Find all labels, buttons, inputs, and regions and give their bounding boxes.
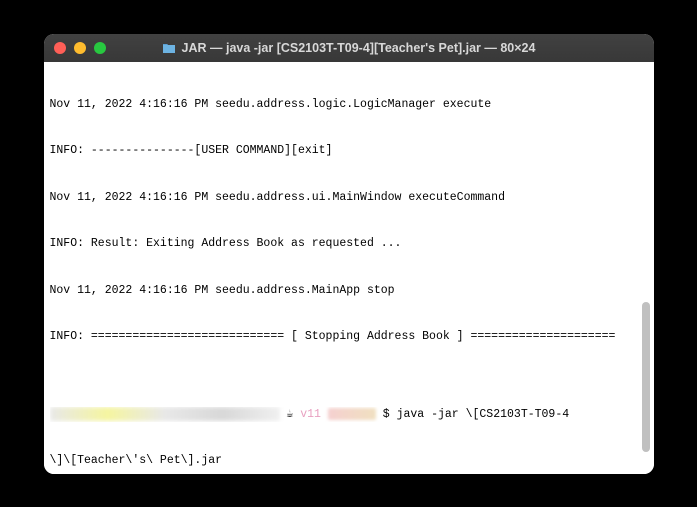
log-line: Nov 11, 2022 4:16:16 PM seedu.address.lo… [50, 97, 648, 113]
folder-icon [162, 42, 176, 54]
scrollbar-thumb[interactable] [642, 302, 650, 452]
log-line: INFO: Result: Exiting Address Book as re… [50, 236, 648, 252]
terminal-window: JAR — java -jar [CS2103T-T09-4][Teacher'… [44, 34, 654, 474]
log-line: INFO: ============================ [ Sto… [50, 329, 648, 345]
terminal-body[interactable]: Nov 11, 2022 4:16:16 PM seedu.address.lo… [44, 62, 654, 474]
version-label: v11 [300, 408, 321, 421]
prompt-symbol: $ [383, 408, 390, 421]
window-title: JAR — java -jar [CS2103T-T09-4][Teacher'… [182, 41, 536, 55]
redacted-segment [328, 408, 376, 420]
command-text: java -jar \[CS2103T-T09-4 [397, 408, 570, 421]
log-line: Nov 11, 2022 4:16:16 PM seedu.address.Ma… [50, 283, 648, 299]
titlebar[interactable]: JAR — java -jar [CS2103T-T09-4][Teacher'… [44, 34, 654, 62]
title-content: JAR — java -jar [CS2103T-T09-4][Teacher'… [54, 41, 644, 55]
prompt-line: ☕ v11 $ java -jar \[CS2103T-T09-4 [50, 407, 648, 423]
log-line: Nov 11, 2022 4:16:16 PM seedu.address.ui… [50, 190, 648, 206]
coffee-icon: ☕ [286, 407, 293, 423]
terminal-content: Nov 11, 2022 4:16:16 PM seedu.address.lo… [50, 66, 648, 474]
redacted-path [50, 407, 280, 421]
log-line: \]\[Teacher\'s\ Pet\].jar [50, 453, 648, 469]
scrollbar-track[interactable] [638, 62, 652, 474]
log-line: INFO: ---------------[USER COMMAND][exit… [50, 143, 648, 159]
